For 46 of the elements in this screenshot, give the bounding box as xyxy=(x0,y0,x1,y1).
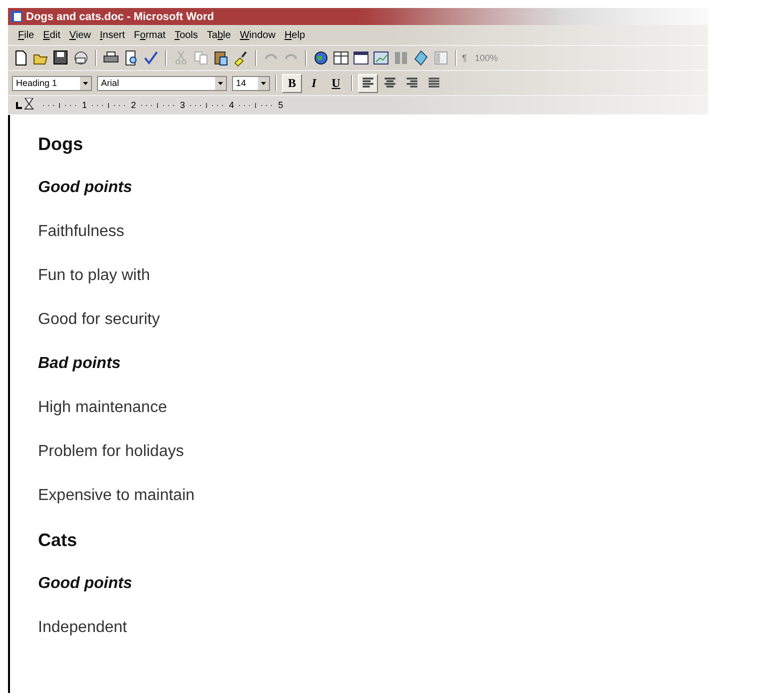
subheading: Good points xyxy=(38,574,134,594)
drawing-icon[interactable] xyxy=(412,49,430,67)
ruler-number: 1 xyxy=(82,100,88,110)
subheading: Bad points xyxy=(38,354,122,374)
font-size-dropdown[interactable]: 14 xyxy=(232,76,270,90)
spreadsheet-icon[interactable] xyxy=(372,49,390,67)
paragraph: Fun to play with xyxy=(38,266,152,286)
ruler-number: 5 xyxy=(278,100,284,110)
window-title: Dogs and cats.doc - Microsoft Word xyxy=(26,10,214,22)
align-left-button[interactable] xyxy=(358,74,378,92)
heading: Dogs xyxy=(38,133,84,156)
menu-item[interactable]: File xyxy=(18,30,34,40)
ruler-number: 3 xyxy=(180,100,186,110)
ruler-number: 4 xyxy=(229,100,234,110)
table-icon[interactable] xyxy=(332,49,350,67)
italic-button[interactable]: I xyxy=(304,74,324,92)
menu-item[interactable]: Table xyxy=(206,30,231,40)
menu-item[interactable]: View xyxy=(69,30,91,40)
word-document-icon xyxy=(10,10,23,23)
menu-item[interactable]: Insert xyxy=(100,30,125,40)
spelling-icon[interactable] xyxy=(142,49,160,67)
paragraph: Expensive to maintain xyxy=(38,486,196,506)
subheading: Good points xyxy=(38,178,134,198)
indent-marker-icon[interactable] xyxy=(24,98,34,112)
paragraph: Faithfulness xyxy=(38,222,126,242)
heading: Cats xyxy=(38,529,78,552)
email-icon[interactable] xyxy=(72,49,90,67)
paragraph: Independent xyxy=(38,618,128,638)
paragraph: Good for security xyxy=(38,310,161,330)
underline-button[interactable]: U xyxy=(326,74,346,92)
font-dropdown[interactable]: Arial xyxy=(97,76,227,90)
window-icon[interactable] xyxy=(352,49,370,67)
menu-item[interactable]: Help xyxy=(284,30,306,40)
bold-button[interactable]: B xyxy=(282,74,302,92)
globe-icon[interactable] xyxy=(312,49,330,67)
menu-item[interactable]: Format xyxy=(134,30,166,40)
style-dropdown[interactable]: Heading 1 xyxy=(12,76,92,90)
save-icon[interactable] xyxy=(52,49,70,67)
menu-item[interactable]: Tools xyxy=(174,30,198,40)
menu-item[interactable]: Edit xyxy=(43,30,60,40)
paste-icon[interactable] xyxy=(212,49,230,67)
paragraph: Problem for holidays xyxy=(38,442,185,462)
menu-item[interactable]: Window xyxy=(240,30,276,40)
tab-stop-icon[interactable] xyxy=(14,100,24,110)
ruler-number: 2 xyxy=(131,100,136,110)
paragraph: High maintenance xyxy=(38,398,168,418)
